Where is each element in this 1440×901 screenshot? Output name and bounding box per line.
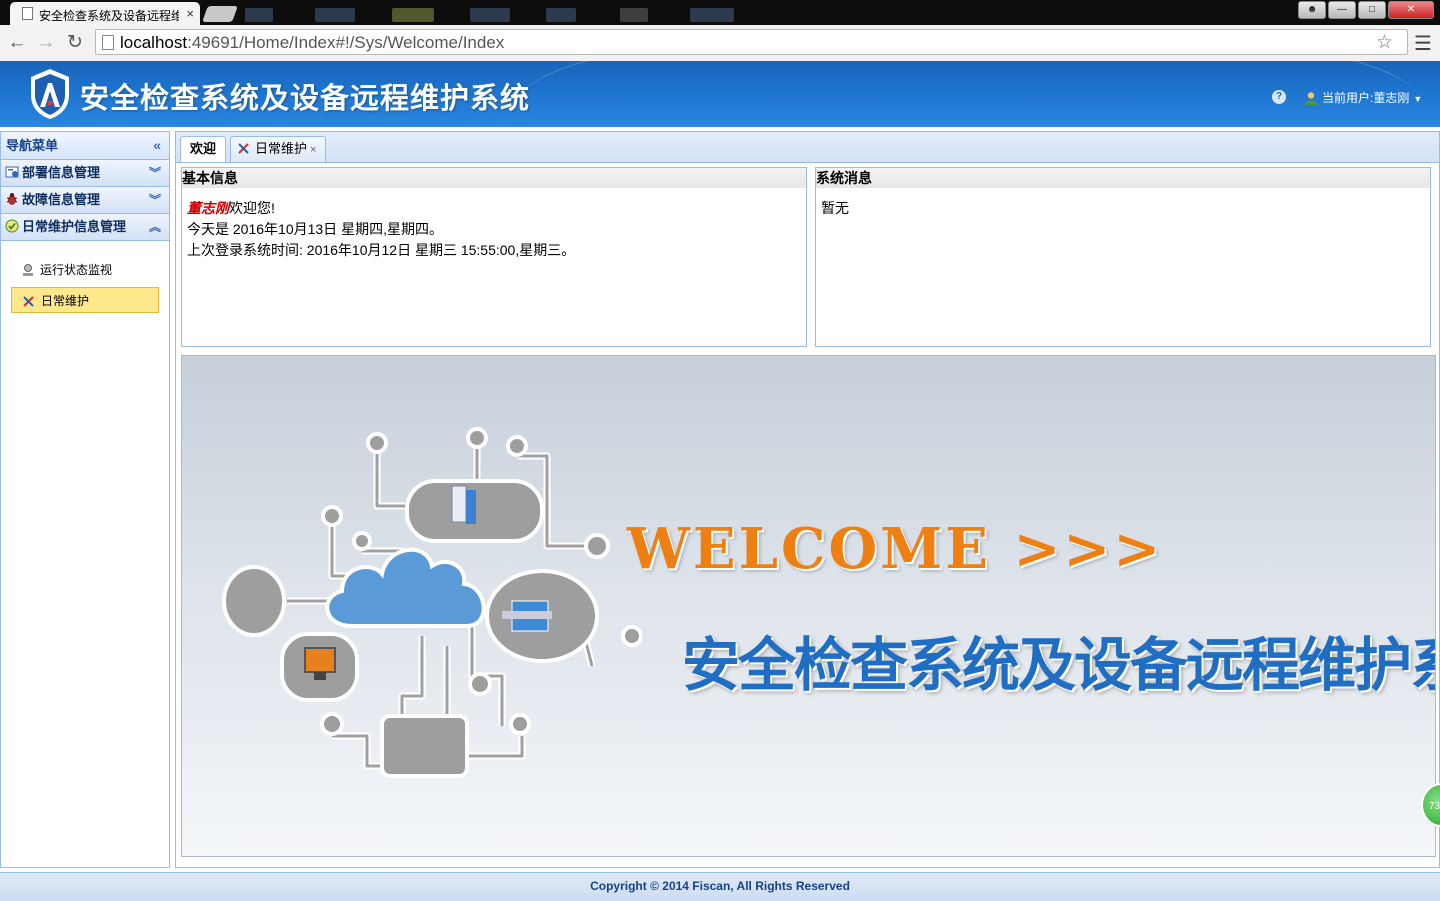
footer-copyright: Copyright © 2014 Fiscan, All Rights Rese… — [0, 872, 1440, 901]
help-icon[interactable]: ? — [1272, 90, 1286, 104]
network-illustration — [222, 427, 642, 778]
close-window-button[interactable]: ✕ — [1388, 1, 1434, 19]
current-user-label: 当前用户:董志刚 — [1322, 91, 1410, 105]
browser-tab-active[interactable]: 安全检查系统及设备远程维 × — [10, 2, 200, 26]
greeting-text: 欢迎您! — [229, 200, 275, 216]
sidebar-title: 导航菜单 « — [1, 132, 169, 160]
taskbar-icon — [245, 8, 273, 22]
welcome-heading: WELCOME >>> — [627, 516, 1164, 582]
taskbar-icon — [470, 8, 510, 22]
accordion-fault-info[interactable]: 故障信息管理 ︾ — [1, 187, 169, 214]
taskbar-icon — [392, 8, 434, 22]
window-controls: ☻ — □ ✕ — [1298, 1, 1434, 19]
address-bar[interactable]: localhost:49691/Home/Index#!/Sys/Welcome… — [95, 29, 1408, 55]
sidebar-item-label: 日常维护 — [41, 294, 90, 308]
forward-arrow-icon[interactable]: → — [34, 31, 58, 55]
today-line: 今天是 2016年10月13日 星期四,星期四。 — [187, 221, 443, 237]
sidebar: 导航菜单 « 部署信息管理 ︾ 故障信息管理 ︾ 日常维护信息管理 ︽ 运行状态… — [0, 131, 170, 868]
app-title: 安全检查系统及设备远程维护系统 — [80, 83, 531, 115]
tab-close-icon[interactable]: × — [310, 144, 316, 156]
taskbar-icon — [620, 8, 648, 22]
tab-daily-maintenance[interactable]: 日常维护 × — [230, 136, 326, 162]
browser-toolbar: ← → ↻ localhost:49691/Home/Index#!/Sys/W… — [0, 25, 1440, 62]
system-message-panel: 系统消息 暂无 — [815, 167, 1431, 347]
logo-shield-icon — [31, 69, 69, 119]
minimize-button[interactable]: — — [1328, 1, 1356, 19]
tab-label: 日常维护 — [255, 141, 308, 156]
sidebar-item-label: 运行状态监视 — [40, 263, 113, 277]
browser-tab-title: 安全检查系统及设备远程维 — [39, 9, 179, 23]
page-icon — [22, 7, 33, 20]
accordion-label: 日常维护信息管理 — [22, 219, 127, 234]
accordion-label: 故障信息管理 — [22, 192, 101, 207]
collapse-sidebar-icon[interactable]: « — [153, 132, 161, 159]
user-switch-icon[interactable]: ☻ — [1298, 1, 1326, 19]
accordion-daily-maintenance-info[interactable]: 日常维护信息管理 ︽ — [1, 214, 169, 241]
bookmark-star-icon[interactable]: ☆ — [1376, 31, 1393, 54]
last-login-line: 上次登录系统时间: 2016年10月12日 星期三 15:55:00,星期三。 — [187, 242, 576, 258]
welcome-banner: WELCOME >>> 安全检查系统及设备远程维护系统 — [181, 355, 1436, 857]
greeting-line: 董志刚欢迎您! — [187, 198, 801, 219]
content-tabbar: 欢迎 日常维护 × — [176, 132, 1439, 163]
new-tab-button[interactable] — [202, 6, 238, 22]
banner-system-title: 安全检查系统及设备远程维护系统 — [682, 633, 1435, 698]
tab-label: 欢迎 — [189, 141, 216, 156]
basic-info-panel: 基本信息 董志刚欢迎您! 今天是 2016年10月13日 星期四,星期四。 上次… — [181, 167, 807, 347]
user-icon — [1305, 92, 1317, 105]
monitor-user-icon — [23, 264, 33, 276]
current-user-menu[interactable]: 当前用户:董志刚 ▼ — [1304, 89, 1422, 106]
browser-tab-close-icon[interactable]: × — [186, 6, 194, 21]
system-message-body: 暂无 — [821, 200, 849, 216]
sidebar-item-daily-maintenance[interactable]: 日常维护 — [11, 287, 159, 313]
accordion-body: 运行状态监视 日常维护 — [1, 241, 169, 313]
accordion-deploy-info[interactable]: 部署信息管理 ︾ — [1, 160, 169, 187]
sidebar-item-status-monitor[interactable]: 运行状态监视 — [11, 257, 159, 283]
url-path: :49691/Home/Index#!/Sys/Welcome/Index — [187, 33, 505, 52]
chevron-double-down-icon: ︾ — [148, 166, 161, 180]
info-card-icon — [5, 166, 19, 178]
url-host: localhost — [120, 33, 188, 52]
check-circle-icon — [5, 219, 19, 233]
sidebar-title-label: 导航菜单 — [6, 138, 59, 153]
accordion-label: 部署信息管理 — [22, 165, 101, 180]
reload-icon[interactable]: ↻ — [63, 31, 87, 55]
main-panel: 欢迎 日常维护 × 基本信息 董志刚欢迎您! 今天是 2016年10月13日 星期… — [175, 131, 1440, 868]
back-arrow-icon[interactable]: ← — [5, 31, 29, 55]
chevron-double-down-icon: ︾ — [148, 193, 161, 207]
taskbar-icon — [546, 8, 576, 22]
basic-info-body: 董志刚欢迎您! 今天是 2016年10月13日 星期四,星期四。 上次登录系统时… — [182, 188, 806, 271]
bug-icon — [6, 193, 18, 205]
tools-icon — [238, 143, 249, 154]
tab-welcome[interactable]: 欢迎 — [180, 136, 226, 162]
panel-header: 系统消息 — [816, 168, 1430, 188]
tools-icon — [23, 296, 34, 307]
page-icon — [102, 35, 114, 50]
taskbar-icon — [690, 8, 734, 22]
chevron-down-icon: ▼ — [1413, 94, 1423, 104]
chevron-double-up-icon: ︽ — [148, 220, 161, 234]
maximize-button[interactable]: □ — [1358, 1, 1386, 19]
taskbar-icon — [315, 8, 355, 22]
browser-menu-icon[interactable]: ☰ — [1414, 31, 1432, 56]
panel-header: 基本信息 — [182, 168, 806, 188]
browser-tabstrip: 安全检查系统及设备远程维 × ☻ — □ ✕ — [0, 0, 1440, 26]
app-header: 安全检查系统及设备远程维护系统 ? 当前用户:董志刚 ▼ — [0, 61, 1440, 127]
user-name: 董志刚 — [187, 200, 229, 216]
